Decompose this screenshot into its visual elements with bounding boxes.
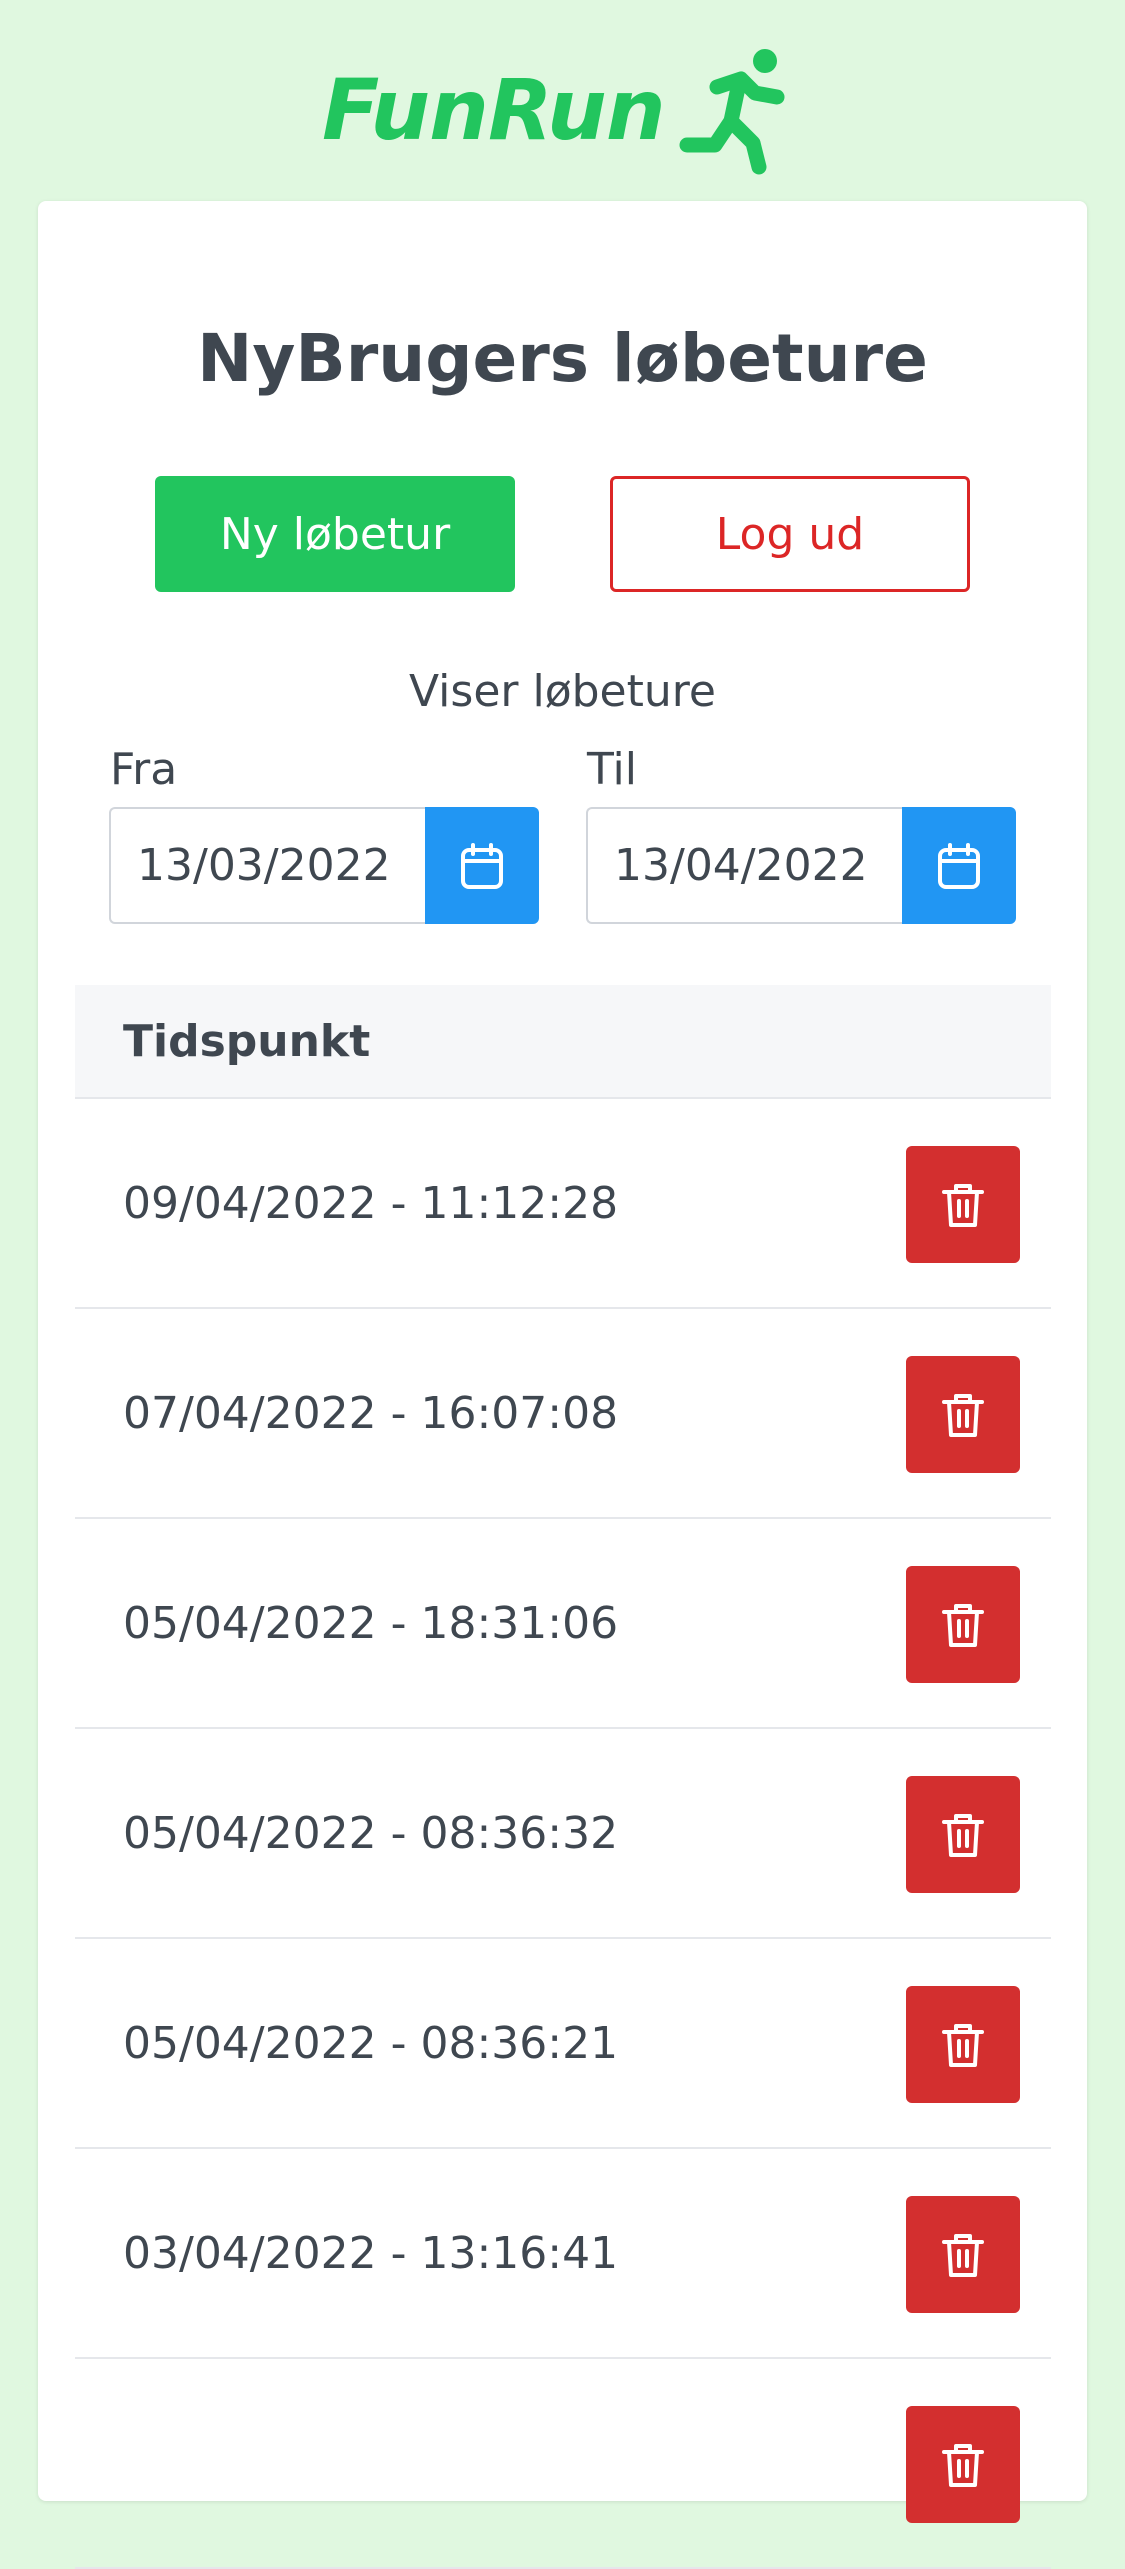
app-header: FunRun [0, 0, 1125, 200]
table-row: 05/04/2022 - 08:36:32 [75, 1729, 1051, 1939]
from-date-calendar-button[interactable] [425, 807, 539, 924]
run-timestamp: 09/04/2022 - 11:12:28 [123, 1177, 619, 1229]
trash-icon [942, 1393, 984, 1437]
to-date-calendar-button[interactable] [902, 807, 1016, 924]
runs-card: NyBrugers løbeture Ny løbetur Log ud Vis… [38, 201, 1087, 2569]
delete-run-button[interactable] [906, 2406, 1020, 2523]
table-row: 03/04/2022 - 13:16:41 [75, 2149, 1051, 2359]
page-title: NyBrugers løbeture [197, 320, 928, 397]
from-date-label: Fra [110, 744, 178, 795]
delete-run-button[interactable] [906, 2196, 1020, 2313]
table-row: 05/04/2022 - 18:31:06 [75, 1519, 1051, 1729]
run-timestamp: 05/04/2022 - 08:36:32 [123, 1807, 619, 1859]
logout-button[interactable]: Log ud [610, 476, 970, 592]
table-header: Tidspunkt [75, 985, 1051, 1099]
delete-run-button[interactable] [906, 1356, 1020, 1473]
run-timestamp: 05/04/2022 - 18:31:06 [123, 1597, 619, 1649]
delete-run-button[interactable] [906, 1146, 1020, 1263]
to-date-label: Til [587, 744, 637, 795]
run-timestamp: 03/04/2022 - 13:16:41 [123, 2227, 619, 2279]
from-date-group [109, 807, 539, 924]
to-date-input[interactable] [586, 807, 902, 924]
table-row [75, 2359, 1051, 2569]
trash-icon [942, 1813, 984, 1857]
trash-icon [942, 2233, 984, 2277]
new-run-button[interactable]: Ny løbetur [155, 476, 515, 592]
delete-run-button[interactable] [906, 1566, 1020, 1683]
to-date-group [586, 807, 1016, 924]
calendar-icon [461, 842, 503, 889]
showing-runs-label: Viser løbeture [409, 666, 716, 717]
from-date-input[interactable] [109, 807, 425, 924]
running-person-icon [679, 49, 785, 175]
table-row: 05/04/2022 - 08:36:21 [75, 1939, 1051, 2149]
column-header-time: Tidspunkt [123, 1015, 371, 1067]
table-row: 07/04/2022 - 16:07:08 [75, 1309, 1051, 1519]
trash-icon [942, 1603, 984, 1647]
delete-run-button[interactable] [906, 1986, 1020, 2103]
run-timestamp: 05/04/2022 - 08:36:21 [123, 2017, 619, 2069]
trash-icon [942, 1183, 984, 1227]
run-timestamp: 07/04/2022 - 16:07:08 [123, 1387, 619, 1439]
trash-icon [942, 2443, 984, 2487]
app-logo[interactable]: FunRun [322, 40, 799, 180]
calendar-icon [938, 842, 980, 889]
logo-text: FunRun [322, 61, 666, 159]
trash-icon [942, 2023, 984, 2067]
delete-run-button[interactable] [906, 1776, 1020, 1893]
table-row: 09/04/2022 - 11:12:28 [75, 1099, 1051, 1309]
runs-table: Tidspunkt 09/04/2022 - 11:12:28 07/04/20… [75, 985, 1051, 2569]
